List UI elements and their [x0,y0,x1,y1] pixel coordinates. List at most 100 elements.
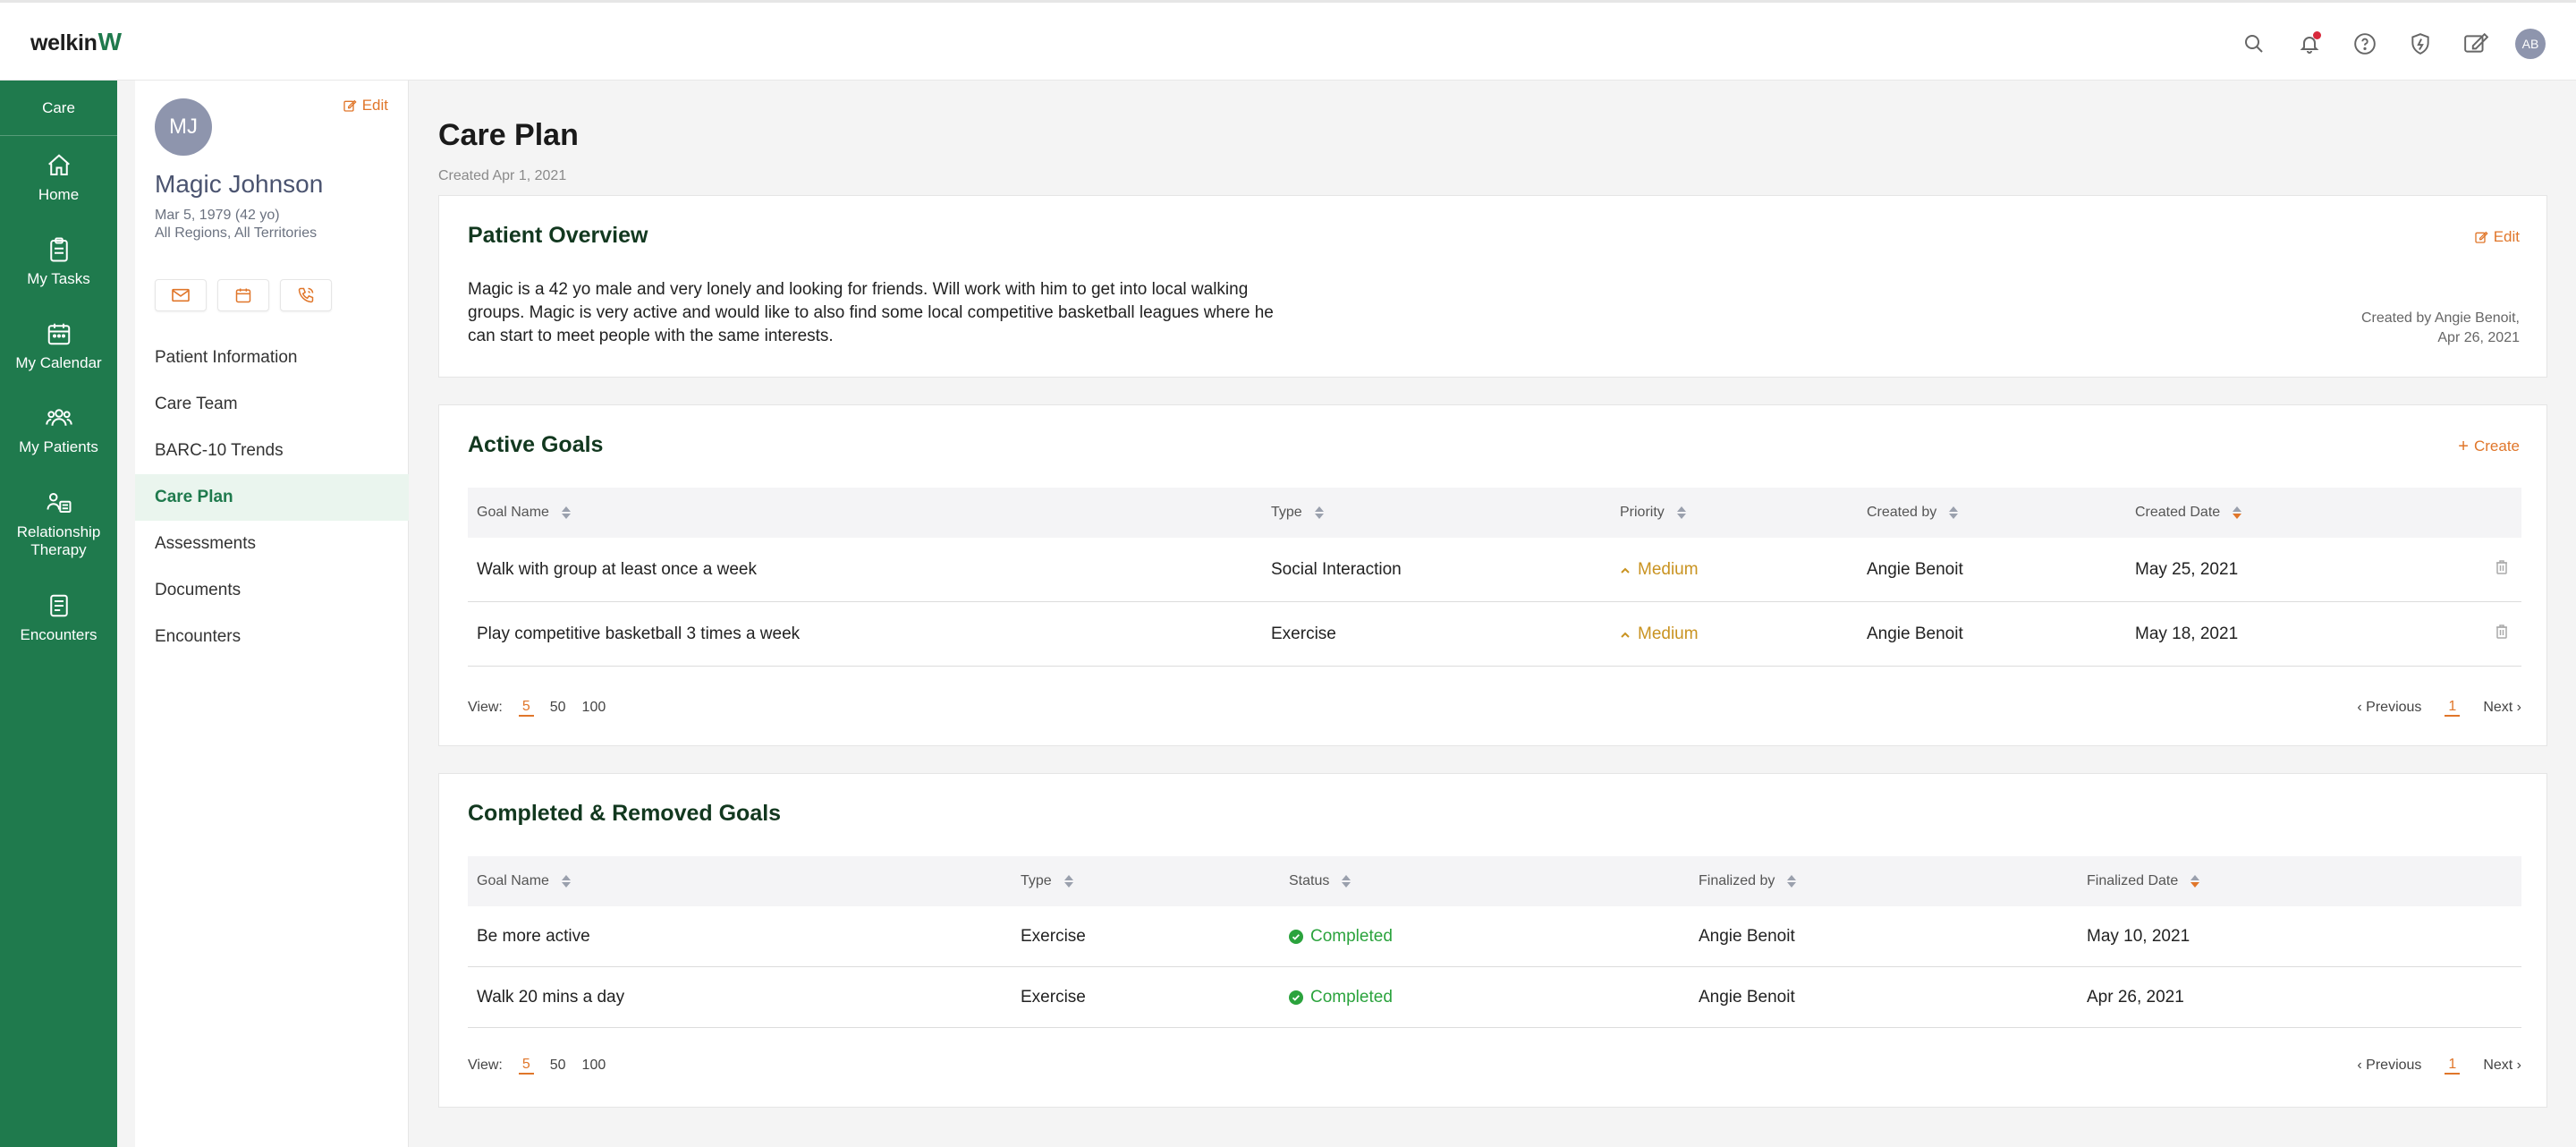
nav-label: Relationship Therapy [16,523,101,558]
relationship-icon [47,493,71,514]
nav-item-encounters[interactable]: Encounters [0,576,117,660]
top-bar: welkinW AB [0,0,2576,81]
completed-goals-title: Completed & Removed Goals [468,801,782,826]
page-title: Care Plan [438,118,579,152]
schedule-button[interactable] [217,279,269,311]
menu-item-care-team[interactable]: Care Team [135,381,409,428]
goal-type: Exercise [1021,987,1086,1007]
goal-name: Play competitive basketball 3 times a we… [477,624,801,643]
goal-created-date: May 25, 2021 [2135,559,2239,579]
nav-item-home[interactable]: Home [0,136,117,220]
call-button[interactable] [280,279,332,311]
calendar-icon [47,323,70,345]
col-created-by[interactable]: Created by [1858,505,2126,521]
send-message-button[interactable] [155,279,207,311]
col-status[interactable]: Status [1280,873,1690,889]
help-icon[interactable] [2349,28,2381,60]
previous-page-button[interactable]: ‹ Previous [2357,1058,2421,1074]
sort-icon [1787,875,1797,888]
active-goals-table: Goal Name Type Priority Created by Creat… [468,488,2521,667]
page-size-50[interactable]: 50 [550,1058,566,1074]
nav-label: My Patients [19,438,98,456]
nav-item-my-tasks[interactable]: My Tasks [0,220,117,304]
col-label: Type [1021,873,1052,888]
trash-icon[interactable] [2495,559,2509,581]
edit-label: Edit [2493,228,2520,245]
left-nav: Care Home My Tasks My Calendar My Patien… [0,81,117,1147]
goal-finalized-date: May 10, 2021 [2087,926,2190,946]
col-label: Finalized Date [2087,873,2179,888]
table-row[interactable]: Walk with group at least once a week Soc… [468,538,2521,602]
nav-item-my-patients[interactable]: My Patients [0,388,117,472]
active-goals-title: Active Goals [468,432,604,457]
table-row[interactable]: Play competitive basketball 3 times a we… [468,602,2521,667]
active-goals-pager: View: 5 50 100 ‹ Previous 1 Next › [468,699,2521,726]
check-circle-icon [1289,990,1303,1005]
active-goals-card: Active Goals + Create Goal Name Type Pri… [438,404,2547,746]
app-logo[interactable]: welkinW [30,28,122,56]
menu-item-care-plan[interactable]: Care Plan [135,474,409,521]
col-label: Type [1271,505,1302,520]
page-size-5[interactable]: 5 [518,699,534,717]
col-goal-name[interactable]: Goal Name [468,873,1012,889]
next-page-button[interactable]: Next › [2483,700,2521,716]
logo-text: welkin [30,30,97,55]
table-row[interactable]: Be more active Exercise Completed Angie … [468,906,2521,967]
sort-icon [2190,875,2200,888]
nav-item-relationship-therapy[interactable]: Relationship Therapy [0,472,117,576]
bell-icon[interactable] [2293,28,2326,60]
col-finalized-date[interactable]: Finalized Date [2078,873,2346,889]
notification-dot [2313,31,2321,39]
page-size-5[interactable]: 5 [518,1057,534,1075]
view-label: View: [468,700,503,715]
completed-goals-card: Completed & Removed Goals Goal Name Type… [438,773,2547,1108]
user-avatar[interactable]: AB [2515,29,2546,59]
pen-icon[interactable] [2460,28,2492,60]
menu-item-barc10-trends[interactable]: BARC-10 Trends [135,428,409,474]
col-label: Goal Name [477,873,549,888]
goal-type: Exercise [1021,926,1086,946]
goal-created-by: Angie Benoit [1867,559,1963,579]
nav-header-care[interactable]: Care [0,81,117,136]
goal-finalized-by: Angie Benoit [1699,926,1795,946]
col-goal-name[interactable]: Goal Name [468,505,1262,521]
page-number[interactable]: 1 [2445,1057,2461,1075]
page-size-100[interactable]: 100 [582,1058,606,1074]
patient-panel: MJ Edit Magic Johnson Mar 5, 1979 (42 yo… [135,81,409,1147]
menu-item-patient-information[interactable]: Patient Information [135,335,409,381]
overview-edit-button[interactable]: Edit [2474,228,2520,246]
sort-icon [1314,506,1324,519]
menu-item-documents[interactable]: Documents [135,567,409,614]
shield-icon[interactable] [2404,28,2436,60]
page-number[interactable]: 1 [2445,699,2461,717]
page-size-100[interactable]: 100 [582,700,606,716]
menu-item-assessments[interactable]: Assessments [135,521,409,567]
previous-page-button[interactable]: ‹ Previous [2357,700,2421,716]
logo-mark: W [97,28,122,55]
page-size-50[interactable]: 50 [550,700,566,716]
col-label: Goal Name [477,505,549,520]
edit-icon [343,99,357,112]
goal-finalized-by: Angie Benoit [1699,987,1795,1007]
overview-text: Magic is a 42 yo male and very lonely an… [468,280,1274,345]
col-priority[interactable]: Priority [1611,505,1858,521]
sort-icon [1063,875,1073,888]
menu-item-encounters[interactable]: Encounters [135,614,409,660]
col-type[interactable]: Type [1262,505,1611,521]
nav-item-my-calendar[interactable]: My Calendar [0,304,117,388]
edit-icon [2475,231,2488,243]
col-type[interactable]: Type [1012,873,1280,889]
next-page-button[interactable]: Next › [2483,1058,2521,1074]
sort-icon [1676,506,1686,519]
search-icon[interactable] [2238,28,2270,60]
status-label: Completed [1310,926,1393,946]
create-goal-button[interactable]: + Create [2458,438,2520,455]
create-label: Create [2473,438,2520,455]
patient-edit-button[interactable]: Edit [343,97,388,115]
col-finalized-by[interactable]: Finalized by [1690,873,2078,889]
table-row[interactable]: Walk 20 mins a day Exercise Completed An… [468,967,2521,1028]
col-created-date[interactable]: Created Date [2126,505,2394,521]
document-icon [49,594,68,617]
mail-icon [172,288,190,302]
trash-icon[interactable] [2495,624,2509,645]
